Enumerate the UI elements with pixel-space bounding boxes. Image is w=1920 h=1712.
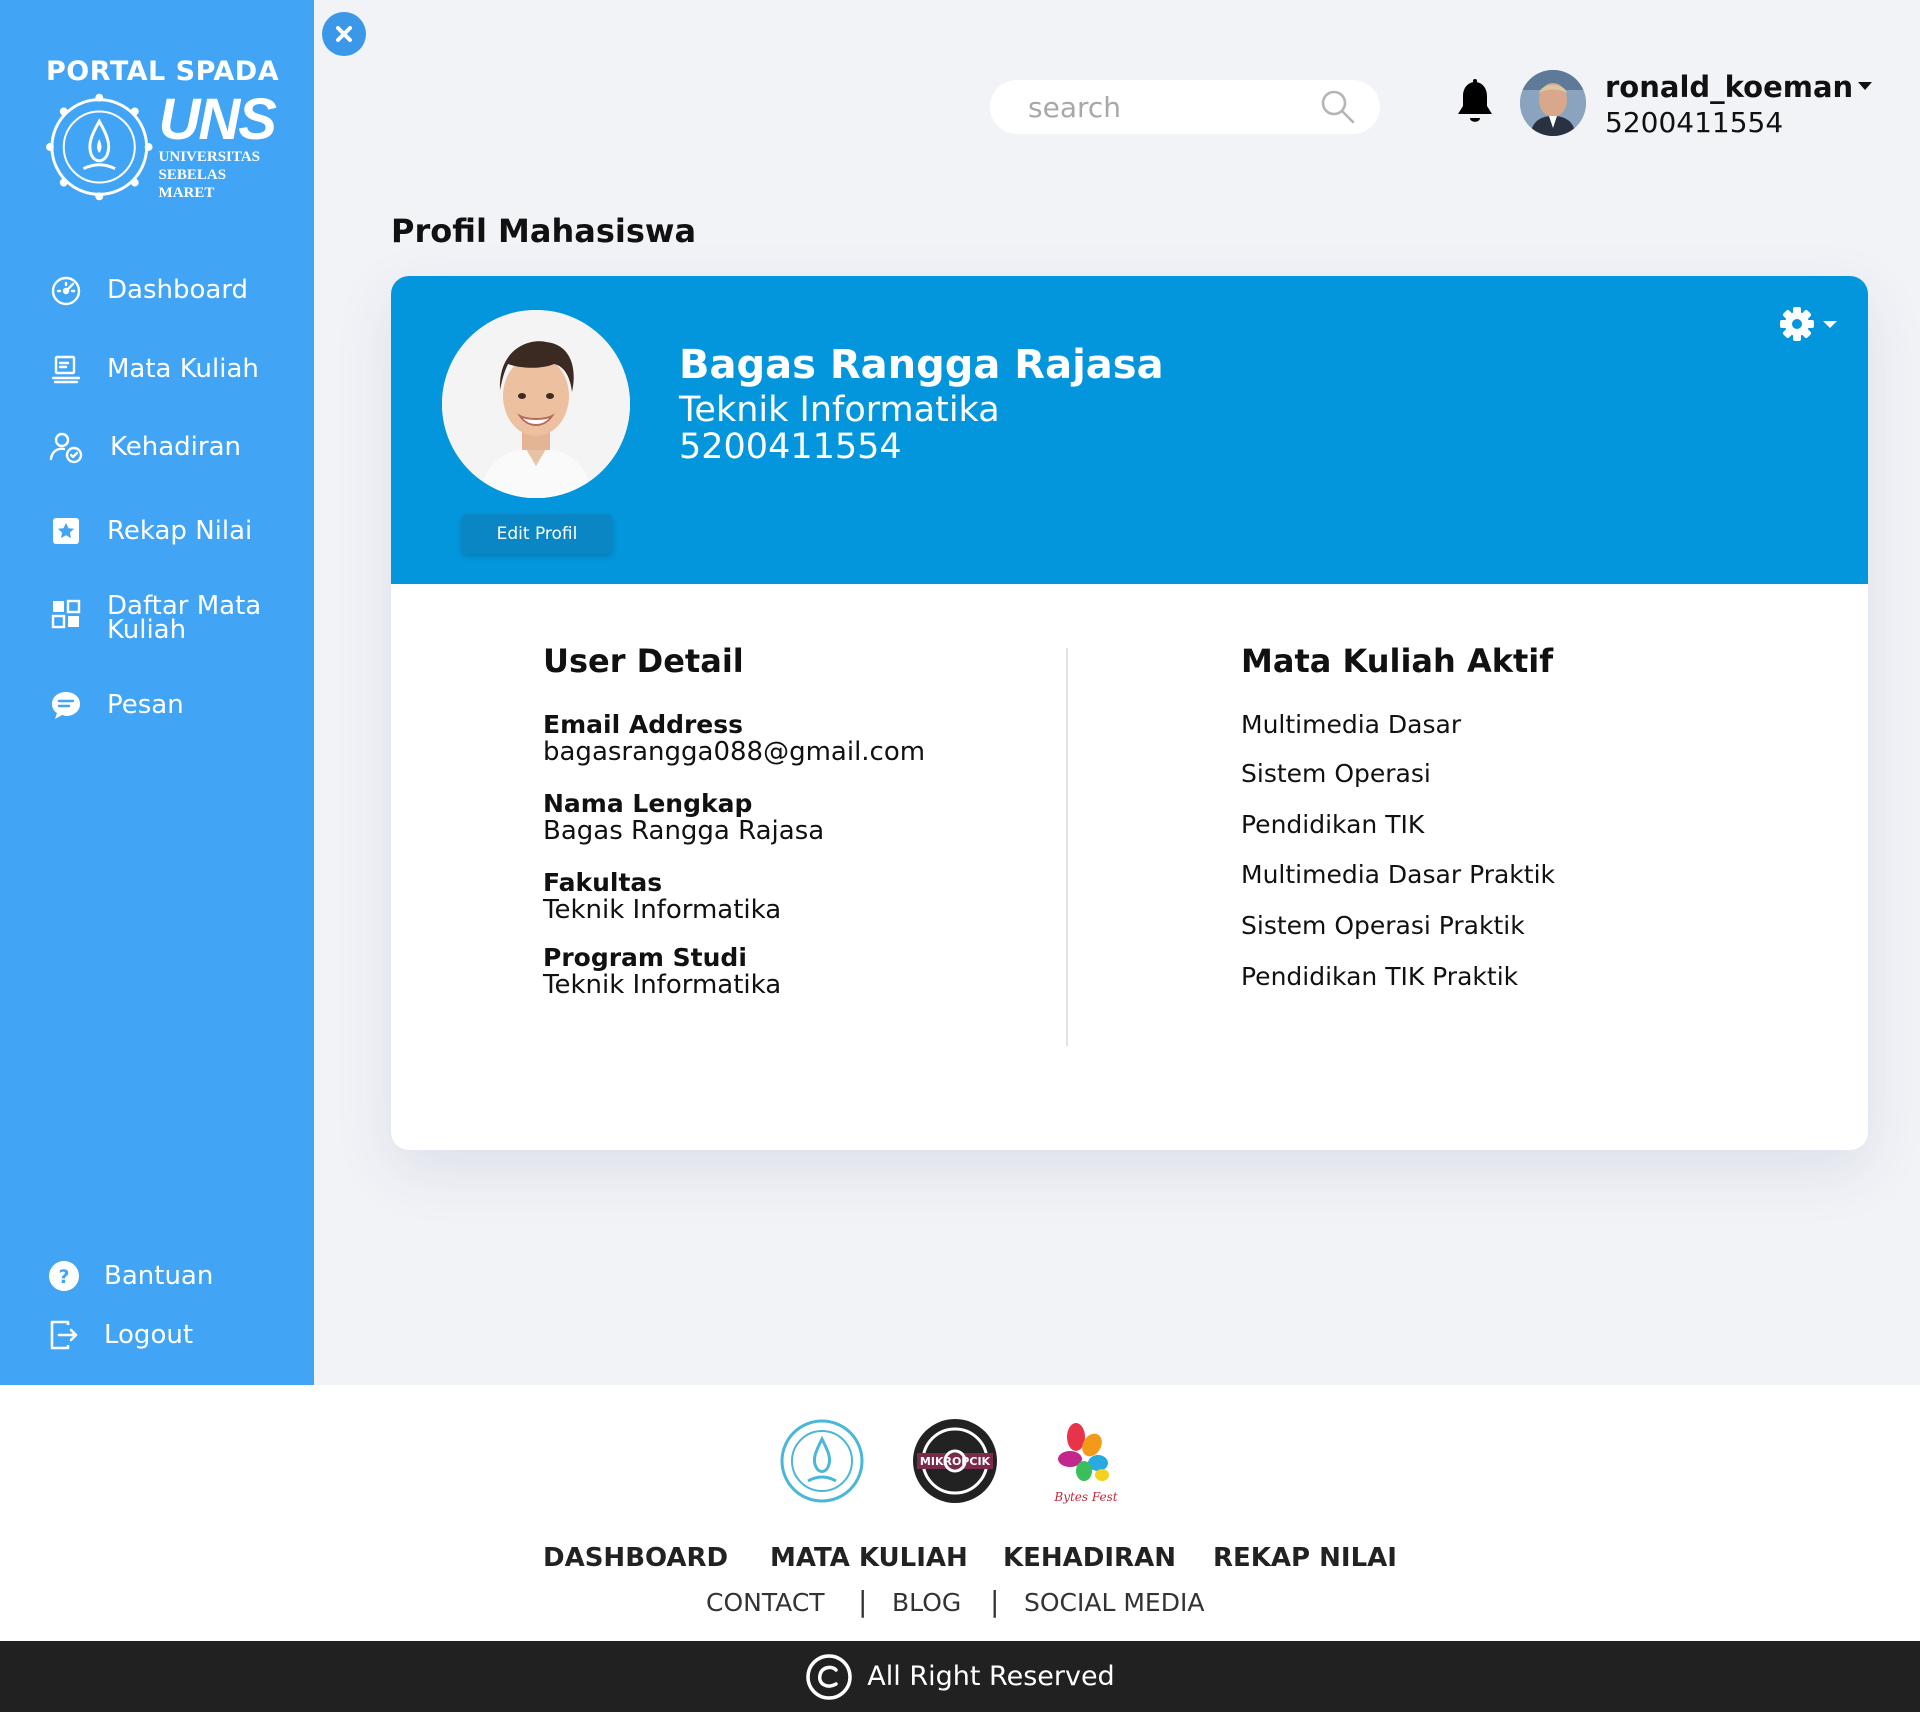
course-item[interactable]: Pendidikan TIK <box>1241 810 1424 839</box>
sidebar-item-daftar-mata-kuliah[interactable]: Daftar Mata Kuliah <box>48 591 277 645</box>
study-program-value: Teknik Informatika <box>543 970 782 1000</box>
full-name-label: Nama Lengkap <box>543 789 753 818</box>
brand-logo[interactable]: PORTAL SPADA UNS UNIVERSITAS SEBELAS MAR… <box>44 56 284 203</box>
sidebar-item-label: Rekap Nilai <box>107 516 253 546</box>
uns-emblem-icon <box>45 93 153 201</box>
logout-icon <box>50 1320 78 1350</box>
bytes-fest-logo-text: Bytes Fest <box>1053 1490 1117 1504</box>
active-courses-title: Mata Kuliah Aktif <box>1241 642 1554 680</box>
profile-name: Bagas Rangga Rajasa <box>679 342 1164 388</box>
chat-icon <box>52 692 80 719</box>
sidebar-item-label: Bantuan <box>104 1261 214 1291</box>
column-divider <box>1066 648 1068 1046</box>
search-icon[interactable] <box>1318 87 1358 127</box>
course-item[interactable]: Pendidikan TIK Praktik <box>1241 962 1518 991</box>
course-item[interactable]: Multimedia Dasar Praktik <box>1241 860 1555 889</box>
faculty-label: Fakultas <box>543 868 663 897</box>
svg-text:?: ? <box>58 1266 69 1288</box>
sidebar: PORTAL SPADA UNS UNIVERSITAS SEBELAS MAR… <box>0 0 314 1385</box>
footer-link-dashboard[interactable]: DASHBOARD <box>543 1543 728 1573</box>
gauge-icon <box>51 276 81 306</box>
profile-major: Teknik Informatika <box>679 390 1000 430</box>
laptop-icon <box>51 355 81 384</box>
star-box-icon <box>53 518 79 544</box>
course-item[interactable]: Sistem Operasi Praktik <box>1241 911 1525 940</box>
footer-link-rekap-nilai[interactable]: REKAP NILAI <box>1213 1543 1397 1573</box>
grid-icon <box>51 599 81 629</box>
bell-icon[interactable] <box>1452 78 1498 128</box>
footer-link-contact[interactable]: CONTACT <box>706 1588 825 1617</box>
course-item[interactable]: Sistem Operasi <box>1241 759 1431 788</box>
sidebar-item-dashboard[interactable]: Dashboard <box>48 272 248 308</box>
sidebar-item-label: Daftar Mata Kuliah <box>107 591 262 645</box>
edit-profile-button[interactable]: Edit Profil <box>461 514 613 554</box>
footer-separator: | <box>858 1585 868 1618</box>
mikropcik-logo-text: MIKROPCIK <box>920 1455 991 1468</box>
sidebar-item-label: Kehadiran <box>110 432 241 462</box>
search-bar <box>990 80 1380 134</box>
close-sidebar-button[interactable] <box>322 12 366 56</box>
brand-title: PORTAL SPADA <box>46 56 280 87</box>
sidebar-item-rekap-nilai[interactable]: Rekap Nilai <box>48 513 252 549</box>
chevron-down-icon[interactable] <box>1856 80 1874 92</box>
footer-separator: | <box>990 1585 1000 1618</box>
search-input[interactable] <box>1028 90 1318 124</box>
sidebar-item-pesan[interactable]: Pesan <box>48 687 184 723</box>
footer: MIKROPCIK Bytes Fest DASHBOARD MATA KULI… <box>0 1385 1920 1641</box>
profile-header: Edit Profil Bagas Rangga Rajasa Teknik I… <box>391 276 1868 584</box>
user-id: 5200411554 <box>1605 106 1784 139</box>
study-program-label: Program Studi <box>543 943 747 972</box>
uns-logo-sub2: SEBELAS MARET <box>158 167 227 201</box>
footer-link-kehadiran[interactable]: KEHADIRAN <box>1003 1543 1176 1573</box>
user-avatar-image <box>1520 70 1586 136</box>
footer-link-social-media[interactable]: SOCIAL MEDIA <box>1024 1588 1204 1617</box>
email-label: Email Address <box>543 710 744 739</box>
footer-link-mata-kuliah[interactable]: MATA KULIAH <box>770 1543 968 1573</box>
email-value: bagasrangga088@gmail.com <box>543 737 926 767</box>
course-item[interactable]: Multimedia Dasar <box>1241 710 1461 739</box>
bytes-fest-logo-icon[interactable]: Bytes Fest <box>1040 1415 1132 1507</box>
sidebar-item-label: Dashboard <box>107 275 249 305</box>
gear-icon[interactable] <box>1779 304 1843 344</box>
sidebar-item-label: Logout <box>104 1320 194 1350</box>
copyright-icon <box>806 1653 853 1700</box>
user-avatar[interactable] <box>1520 70 1586 136</box>
faculty-value: Teknik Informatika <box>543 895 782 925</box>
uns-logo-text: UNS <box>158 87 277 152</box>
profile-photo <box>442 310 630 498</box>
sidebar-item-label: Pesan <box>107 690 184 720</box>
profile-card: Edit Profil Bagas Rangga Rajasa Teknik I… <box>391 276 1868 1150</box>
user-check-icon <box>49 432 83 464</box>
user-name[interactable]: ronald_koeman <box>1605 70 1853 104</box>
profile-photo-image <box>442 310 630 498</box>
copyright-bar: All Right Reserved <box>0 1641 1920 1712</box>
user-detail-title: User Detail <box>543 642 744 680</box>
sidebar-item-bantuan[interactable]: ? Bantuan <box>46 1258 213 1294</box>
sidebar-item-logout[interactable]: Logout <box>46 1317 193 1353</box>
footer-link-blog[interactable]: BLOG <box>892 1588 961 1617</box>
sidebar-item-label: Mata Kuliah <box>107 354 259 384</box>
uns-emblem-footer-icon[interactable] <box>776 1415 868 1507</box>
sidebar-item-kehadiran[interactable]: Kehadiran <box>48 429 241 465</box>
mikropcik-logo-icon[interactable]: MIKROPCIK <box>909 1415 1001 1507</box>
copyright-text: All Right Reserved <box>867 1661 1115 1692</box>
help-icon: ? <box>49 1261 79 1291</box>
close-icon <box>336 26 352 42</box>
profile-nim: 5200411554 <box>679 427 902 467</box>
page-title: Profil Mahasiswa <box>391 212 697 250</box>
full-name-value: Bagas Rangga Rajasa <box>543 816 825 846</box>
sidebar-item-mata-kuliah[interactable]: Mata Kuliah <box>48 351 259 387</box>
